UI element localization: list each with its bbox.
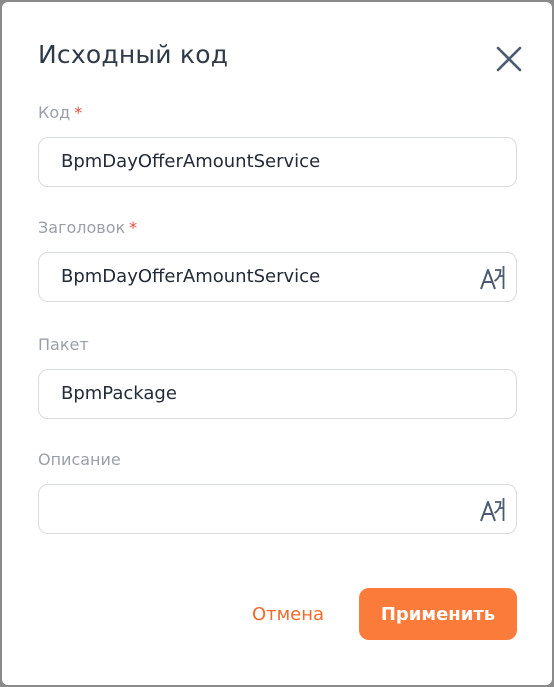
code-label: Код * xyxy=(38,103,82,122)
required-mark: * xyxy=(129,218,138,237)
apply-button[interactable]: Применить xyxy=(359,588,517,640)
close-icon xyxy=(496,46,522,72)
package-field[interactable]: BpmPackage xyxy=(38,369,517,419)
cancel-button[interactable]: Отмена xyxy=(238,588,338,640)
source-code-dialog: Исходный код Код * BpmDayOfferAmountServi… xyxy=(2,2,552,685)
code-field[interactable]: BpmDayOfferAmountService xyxy=(38,137,517,187)
package-field-value: BpmPackage xyxy=(61,383,177,404)
description-field[interactable] xyxy=(38,484,517,534)
required-mark: * xyxy=(74,103,83,122)
caption-label: Заголовок * xyxy=(38,218,137,237)
package-label: Пакет xyxy=(38,335,89,354)
description-label-text: Описание xyxy=(38,450,121,469)
description-label: Описание xyxy=(38,450,121,469)
translate-icon[interactable] xyxy=(478,264,506,292)
code-label-text: Код xyxy=(38,103,71,122)
package-label-text: Пакет xyxy=(38,335,89,354)
caption-label-text: Заголовок xyxy=(38,218,126,237)
close-button[interactable] xyxy=(492,42,526,76)
code-field-value: BpmDayOfferAmountService xyxy=(61,151,321,172)
caption-field[interactable]: BpmDayOfferAmountService xyxy=(38,252,517,302)
dialog-title: Исходный код xyxy=(38,40,229,69)
translate-icon[interactable] xyxy=(478,496,506,524)
caption-field-value: BpmDayOfferAmountService xyxy=(61,266,321,287)
